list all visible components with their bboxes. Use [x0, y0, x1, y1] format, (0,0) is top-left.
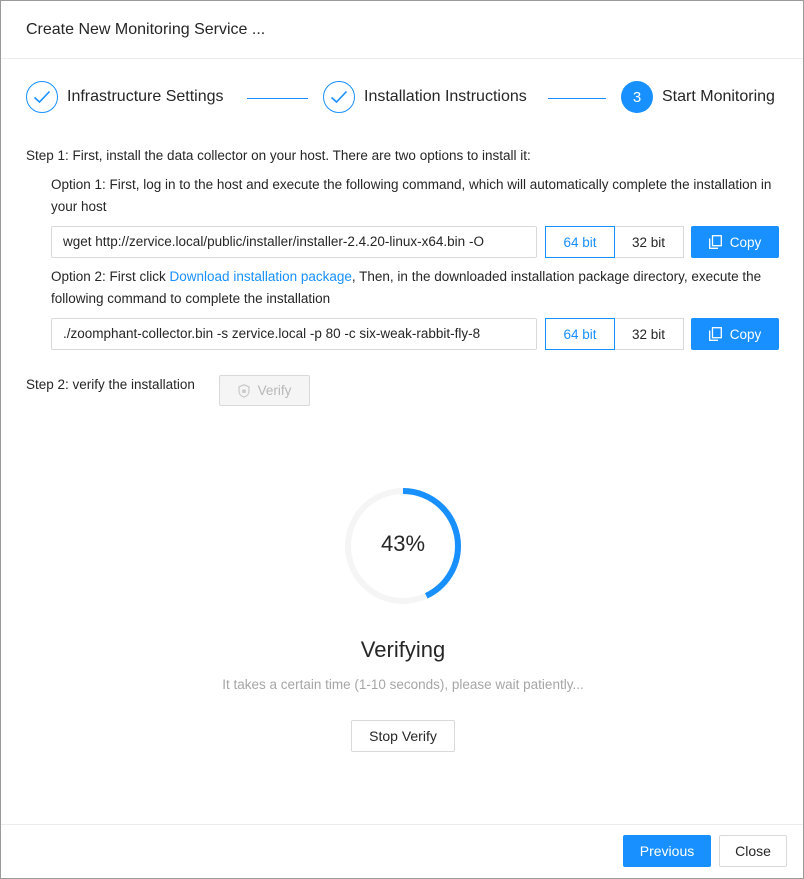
- step-start-monitoring: 3 Start Monitoring: [621, 81, 775, 113]
- option1-description: Option 1: First, log in to the host and …: [51, 177, 772, 214]
- copy-label: Copy: [729, 326, 762, 342]
- check-icon: [323, 81, 355, 113]
- option2-command-input[interactable]: ./zoomphant-collector.bin -s zervice.loc…: [51, 318, 537, 350]
- verify-status-subtitle: It takes a certain time (1-10 seconds), …: [222, 677, 584, 692]
- previous-button[interactable]: Previous: [623, 835, 711, 867]
- option2-32bit-toggle[interactable]: 32 bit: [614, 318, 684, 350]
- step2-text: Step 2: verify the installation: [26, 377, 195, 392]
- copy-icon: [708, 235, 722, 249]
- option2-copy-button[interactable]: Copy: [691, 318, 779, 350]
- option1-copy-button[interactable]: Copy: [691, 226, 779, 258]
- option1-32bit-toggle[interactable]: 32 bit: [614, 226, 684, 258]
- copy-icon: [708, 327, 722, 341]
- download-package-link[interactable]: Download installation package: [170, 269, 352, 284]
- option1-64bit-toggle[interactable]: 64 bit: [545, 226, 615, 258]
- verify-status-title: Verifying: [360, 637, 446, 662]
- stop-verify-button[interactable]: Stop Verify: [351, 720, 455, 752]
- step-installation-instructions: Installation Instructions: [323, 81, 527, 113]
- step1-intro: Step 1: First, install the data collecto…: [26, 148, 531, 163]
- option1-command-input[interactable]: wget http://zervice.local/public/install…: [51, 226, 537, 258]
- step-label: Infrastructure Settings: [67, 88, 224, 105]
- step-connector: [247, 98, 308, 99]
- option2-64bit-toggle[interactable]: 64 bit: [545, 318, 615, 350]
- step-number-badge: 3: [621, 81, 653, 113]
- progress-percent: 43%: [380, 531, 426, 556]
- steps-indicator: Infrastructure Settings Installation Ins…: [26, 81, 786, 117]
- step-infrastructure-settings: Infrastructure Settings: [26, 81, 224, 113]
- verify-label: Verify: [257, 383, 292, 398]
- dialog-title: Create New Monitoring Service ...: [26, 20, 266, 38]
- step-connector: [548, 98, 606, 99]
- option2-text-start: Option 2: First click: [51, 269, 170, 284]
- step-label: Start Monitoring: [662, 88, 775, 105]
- verify-button[interactable]: Verify: [219, 375, 310, 406]
- close-button[interactable]: Close: [719, 835, 787, 867]
- step-label: Installation Instructions: [364, 88, 527, 105]
- option2-description: Option 2: First click Download installat…: [51, 266, 781, 310]
- dialog-header: Create New Monitoring Service ...: [1, 1, 803, 59]
- create-monitoring-dialog: Create New Monitoring Service ... Infras…: [0, 0, 804, 879]
- check-icon: [26, 81, 58, 113]
- copy-label: Copy: [729, 234, 762, 250]
- shield-icon: [238, 383, 250, 398]
